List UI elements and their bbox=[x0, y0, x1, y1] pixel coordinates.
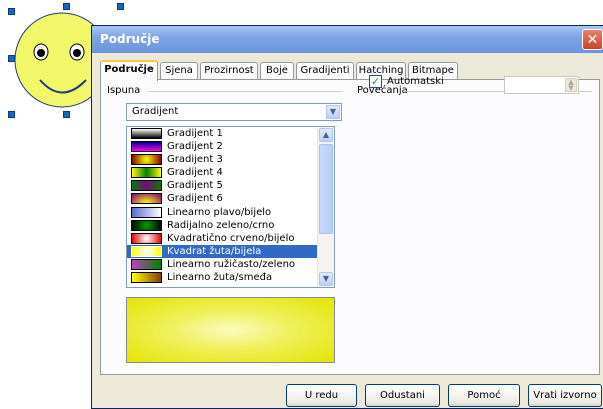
list-item-label: Kvadrat žuta/bijela bbox=[167, 245, 262, 257]
gradient-swatch bbox=[131, 219, 162, 231]
gradient-swatch bbox=[131, 193, 162, 205]
selection-handle[interactable] bbox=[8, 111, 15, 118]
list-item[interactable]: Gradijent 5 bbox=[127, 179, 334, 192]
list-item[interactable]: Gradijent 2 bbox=[127, 140, 334, 153]
list-item[interactable]: Gradijent 6 bbox=[127, 192, 334, 205]
selection-handle[interactable] bbox=[8, 55, 15, 62]
scrollbar-thumb[interactable] bbox=[319, 144, 333, 234]
fill-group-label: Ispuna bbox=[107, 85, 141, 96]
list-item-label: Gradijent 3 bbox=[167, 154, 223, 166]
selection-handle[interactable] bbox=[8, 8, 15, 15]
close-icon[interactable]: ✕ bbox=[582, 29, 603, 50]
fill-type-select[interactable]: Gradijent ▼ bbox=[126, 103, 342, 121]
cancel-button[interactable]: Odustani bbox=[365, 384, 440, 407]
chevron-up-icon[interactable]: ▲ bbox=[319, 128, 333, 142]
gradient-swatch bbox=[131, 167, 162, 179]
tab-transparency[interactable]: Prozirnost bbox=[200, 62, 258, 80]
list-item[interactable]: Kvadratično crveno/bijelo bbox=[127, 232, 334, 245]
list-item-label: Linearno ružičasto/zeleno bbox=[167, 258, 296, 270]
list-item-label: Gradijent 6 bbox=[167, 193, 223, 205]
list-item-label: Linearno žuta/smeđa bbox=[167, 272, 273, 284]
list-item[interactable]: Linearno žuta/smeđa bbox=[127, 271, 334, 284]
selection-handle[interactable] bbox=[117, 3, 124, 10]
gradient-preview bbox=[126, 297, 335, 363]
gradient-swatch bbox=[131, 180, 162, 192]
list-item[interactable]: Kvadrat žuta/bijela bbox=[127, 244, 334, 258]
help-button[interactable]: Pomoć bbox=[448, 384, 520, 407]
list-item-label: Gradijent 2 bbox=[167, 141, 223, 153]
automatic-label: Automatski bbox=[387, 76, 444, 87]
list-item-label: Gradijent 5 bbox=[167, 180, 223, 192]
list-item[interactable]: Linearno plavo/bijelo bbox=[127, 206, 334, 219]
gradient-swatch bbox=[131, 245, 162, 257]
ok-button[interactable]: U redu bbox=[286, 384, 357, 407]
gradient-swatch bbox=[131, 272, 162, 284]
list-item-label: Linearno plavo/bijelo bbox=[167, 206, 272, 218]
tab-gradients[interactable]: Gradijenti bbox=[296, 62, 354, 80]
increments-spinbox[interactable]: ▲ ▼ bbox=[504, 76, 579, 94]
list-item[interactable]: Gradijent 4 bbox=[127, 166, 334, 179]
list-item-label: Gradijent 4 bbox=[167, 167, 223, 179]
gradient-swatch bbox=[131, 141, 162, 153]
fill-type-value: Gradijent bbox=[132, 106, 179, 117]
tab-colors[interactable]: Boje bbox=[260, 62, 294, 80]
gradient-swatch bbox=[131, 154, 162, 166]
list-scrollbar[interactable]: ▲ ▼ bbox=[317, 127, 334, 287]
chevron-down-icon[interactable]: ▼ bbox=[326, 105, 340, 119]
dialog-title: Područje bbox=[100, 32, 160, 46]
gradient-swatch bbox=[131, 206, 162, 218]
fill-group-divider bbox=[148, 91, 343, 92]
automatic-checkbox[interactable]: ✓ bbox=[369, 75, 382, 88]
list-item[interactable]: Radijalno zeleno/crno bbox=[127, 219, 334, 232]
tab-shadow[interactable]: Sjena bbox=[160, 62, 198, 80]
gradient-swatch bbox=[131, 232, 162, 244]
tab-area[interactable]: Područje bbox=[100, 60, 158, 81]
gradient-swatch bbox=[131, 258, 162, 270]
selection-handle[interactable] bbox=[63, 111, 70, 118]
spin-arrows-icon[interactable]: ▲ ▼ bbox=[565, 78, 577, 92]
gradient-list[interactable]: Gradijent 1 Gradijent 2 Gradijent 3 Grad… bbox=[126, 126, 335, 288]
list-item-label: Gradijent 1 bbox=[167, 128, 223, 139]
list-item[interactable]: Linearno ružičasto/zeleno bbox=[127, 258, 334, 271]
list-item[interactable]: Gradijent 3 bbox=[127, 153, 334, 166]
list-item-label: Kvadratično crveno/bijelo bbox=[167, 232, 295, 244]
dialog-titlebar[interactable]: Područje ✕ bbox=[92, 26, 603, 53]
list-item-label: Radijalno zeleno/crno bbox=[167, 219, 275, 231]
gradient-swatch bbox=[131, 128, 162, 139]
list-item[interactable]: Gradijent 1 bbox=[127, 127, 334, 140]
reset-button[interactable]: Vrati izvorno bbox=[528, 384, 602, 407]
selection-handle[interactable] bbox=[63, 3, 70, 10]
chevron-down-icon[interactable]: ▼ bbox=[319, 272, 333, 286]
